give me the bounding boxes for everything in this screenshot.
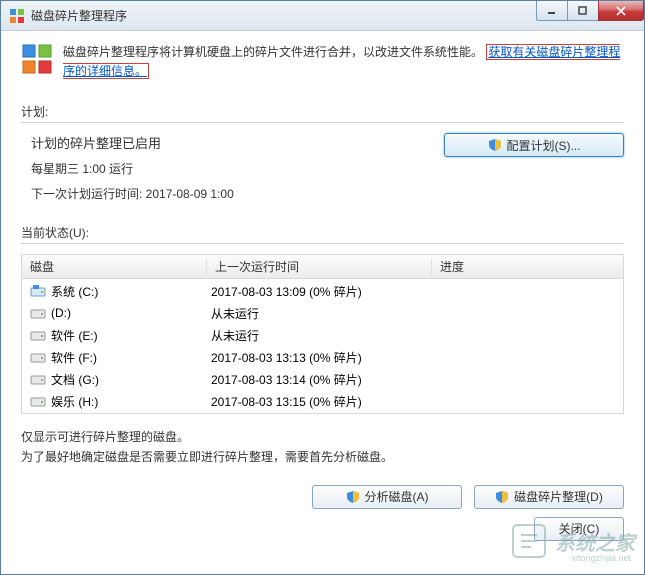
configure-schedule-button[interactable]: 配置计划(S)... [444, 133, 624, 157]
table-row[interactable]: 娱乐 (H:) 2017-08-03 13:15 (0% 碎片) [22, 390, 623, 412]
configure-schedule-label: 配置计划(S)... [507, 137, 581, 154]
cell-last-run: 从未运行 [207, 305, 432, 322]
intro-text: 磁盘碎片整理程序将计算机硬盘上的碎片文件进行合并，以改进文件系统性能。 获取有关… [63, 43, 624, 81]
disk-name: 文档 (G:) [51, 371, 99, 388]
close-label: 关闭(C) [559, 520, 600, 537]
schedule-next-run: 下一次计划运行时间: 2017-08-09 1:00 [31, 185, 444, 202]
disk-name: 系统 (C:) [51, 283, 98, 300]
cell-last-run: 2017-08-03 13:15 (0% 碎片) [207, 393, 432, 410]
note-line-2: 为了最好地确定磁盘是否需要立即进行碎片整理，需要首先分析磁盘。 [21, 448, 624, 467]
defrag-label: 磁盘碎片整理(D) [514, 488, 603, 505]
table-header: 磁盘 上一次运行时间 进度 [22, 255, 623, 279]
column-disk[interactable]: 磁盘 [22, 258, 207, 275]
note-line-1: 仅显示可进行碎片整理的磁盘。 [21, 428, 624, 447]
defrag-button[interactable]: 磁盘碎片整理(D) [474, 485, 624, 509]
schedule-frequency: 每星期三 1:00 运行 [31, 160, 444, 177]
shield-icon [495, 490, 509, 504]
table-body: 系统 (C:)2017-08-03 13:09 (0% 碎片)(D:)从未运行软… [22, 279, 623, 413]
cell-disk: (D:) [26, 305, 207, 321]
minimize-button[interactable] [536, 1, 568, 21]
system-drive-icon [30, 283, 46, 299]
drive-icon [30, 327, 46, 343]
column-progress[interactable]: 进度 [432, 258, 623, 275]
table-row[interactable]: (D:) 从未运行 [22, 302, 623, 324]
analyze-button[interactable]: 分析磁盘(A) [312, 485, 462, 509]
cell-disk: 系统 (C:) [26, 283, 207, 300]
disk-name: 娱乐 (H:) [51, 393, 98, 410]
defrag-icon [21, 43, 53, 75]
next-run-label: 下一次计划运行时间: [31, 187, 146, 201]
next-run-value: 2017-08-09 1:00 [146, 187, 234, 201]
disk-name: 软件 (F:) [51, 349, 97, 366]
drive-icon [30, 371, 46, 387]
drive-icon [30, 305, 46, 321]
intro-description: 磁盘碎片整理程序将计算机硬盘上的碎片文件进行合并，以改进文件系统性能。 [63, 45, 483, 59]
app-icon [9, 8, 25, 24]
schedule-title: 计划的碎片整理已启用 [31, 133, 444, 152]
titlebar: 磁盘碎片整理程序 [1, 1, 644, 31]
action-buttons: 分析磁盘(A) 磁盘碎片整理(D) [21, 485, 624, 517]
cell-disk: 娱乐 (H:) [26, 393, 207, 410]
shield-icon [488, 138, 502, 152]
divider [21, 122, 624, 123]
table-row[interactable]: 软件 (E:) 从未运行 [22, 324, 623, 346]
drive-icon [30, 393, 46, 409]
window-controls [537, 1, 644, 21]
maximize-button[interactable] [567, 1, 599, 21]
close-dialog-button[interactable]: 关闭(C) [534, 517, 624, 541]
intro-section: 磁盘碎片整理程序将计算机硬盘上的碎片文件进行合并，以改进文件系统性能。 获取有关… [21, 43, 624, 93]
cell-disk: 软件 (E:) [26, 327, 207, 344]
schedule-section: 计划的碎片整理已启用 每星期三 1:00 运行 下一次计划运行时间: 2017-… [21, 133, 624, 210]
defrag-window: 磁盘碎片整理程序 磁盘碎片整理程序将计算机硬盘上的碎片文件进行合并，以改进文件系… [0, 0, 645, 575]
cell-last-run: 2017-08-03 13:14 (0% 碎片) [207, 371, 432, 388]
disk-table: 磁盘 上一次运行时间 进度 系统 (C:) 2017-08-03 13:09 (0… [21, 254, 624, 414]
cell-last-run: 2017-08-03 13:13 (0% 碎片) [207, 349, 432, 366]
cell-last-run: 从未运行 [207, 327, 432, 344]
schedule-info: 计划的碎片整理已启用 每星期三 1:00 运行 下一次计划运行时间: 2017-… [21, 133, 444, 210]
note-text: 仅显示可进行碎片整理的磁盘。 为了最好地确定磁盘是否需要立即进行碎片整理，需要首… [21, 428, 624, 466]
analyze-label: 分析磁盘(A) [365, 488, 429, 505]
drive-icon [30, 349, 46, 365]
cell-disk: 文档 (G:) [26, 371, 207, 388]
content-area: 磁盘碎片整理程序将计算机硬盘上的碎片文件进行合并，以改进文件系统性能。 获取有关… [1, 31, 644, 574]
column-last-run[interactable]: 上一次运行时间 [207, 258, 432, 275]
cell-last-run: 2017-08-03 13:09 (0% 碎片) [207, 283, 432, 300]
table-row[interactable]: 文档 (G:) 2017-08-03 13:14 (0% 碎片) [22, 368, 623, 390]
disk-name: (D:) [51, 306, 71, 320]
table-row[interactable]: 系统 (C:) 2017-08-03 13:09 (0% 碎片) [22, 280, 623, 302]
table-row[interactable]: 软件 (F:) 2017-08-03 13:13 (0% 碎片) [22, 346, 623, 368]
cell-disk: 软件 (F:) [26, 349, 207, 366]
close-button[interactable] [598, 1, 644, 21]
divider [21, 243, 624, 244]
status-label: 当前状态(U): [21, 224, 624, 241]
disk-name: 软件 (E:) [51, 327, 98, 344]
window-title: 磁盘碎片整理程序 [31, 7, 127, 24]
schedule-label: 计划: [21, 103, 624, 120]
close-row: 关闭(C) [21, 517, 624, 541]
shield-icon [346, 490, 360, 504]
